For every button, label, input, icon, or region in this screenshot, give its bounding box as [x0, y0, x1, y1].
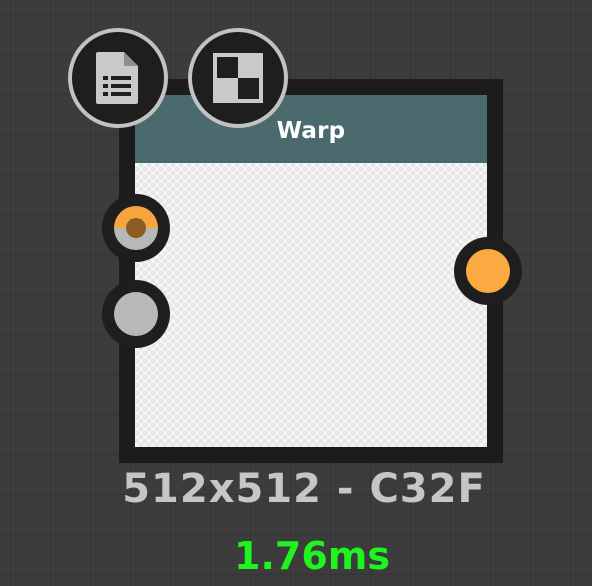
preview-toggle-button[interactable]	[188, 28, 288, 128]
node-timing: 1.76ms	[234, 534, 390, 578]
node-title: Warp	[276, 118, 346, 144]
input-port-1[interactable]	[102, 194, 170, 262]
node-header[interactable]: Warp	[135, 95, 487, 163]
documentation-button[interactable]	[68, 28, 168, 128]
input-port-2-fill	[114, 292, 158, 336]
input-port-1-connected-dot	[126, 218, 146, 238]
node-resolution-info: 512x512 - C32F	[122, 466, 486, 512]
node-preview-image	[135, 163, 487, 447]
input-port-2[interactable]	[102, 280, 170, 348]
output-port[interactable]	[454, 237, 522, 305]
document-list-icon	[96, 52, 138, 104]
warp-node[interactable]: Warp	[119, 79, 503, 463]
checkerboard-icon	[213, 53, 263, 103]
output-port-fill	[466, 249, 510, 293]
